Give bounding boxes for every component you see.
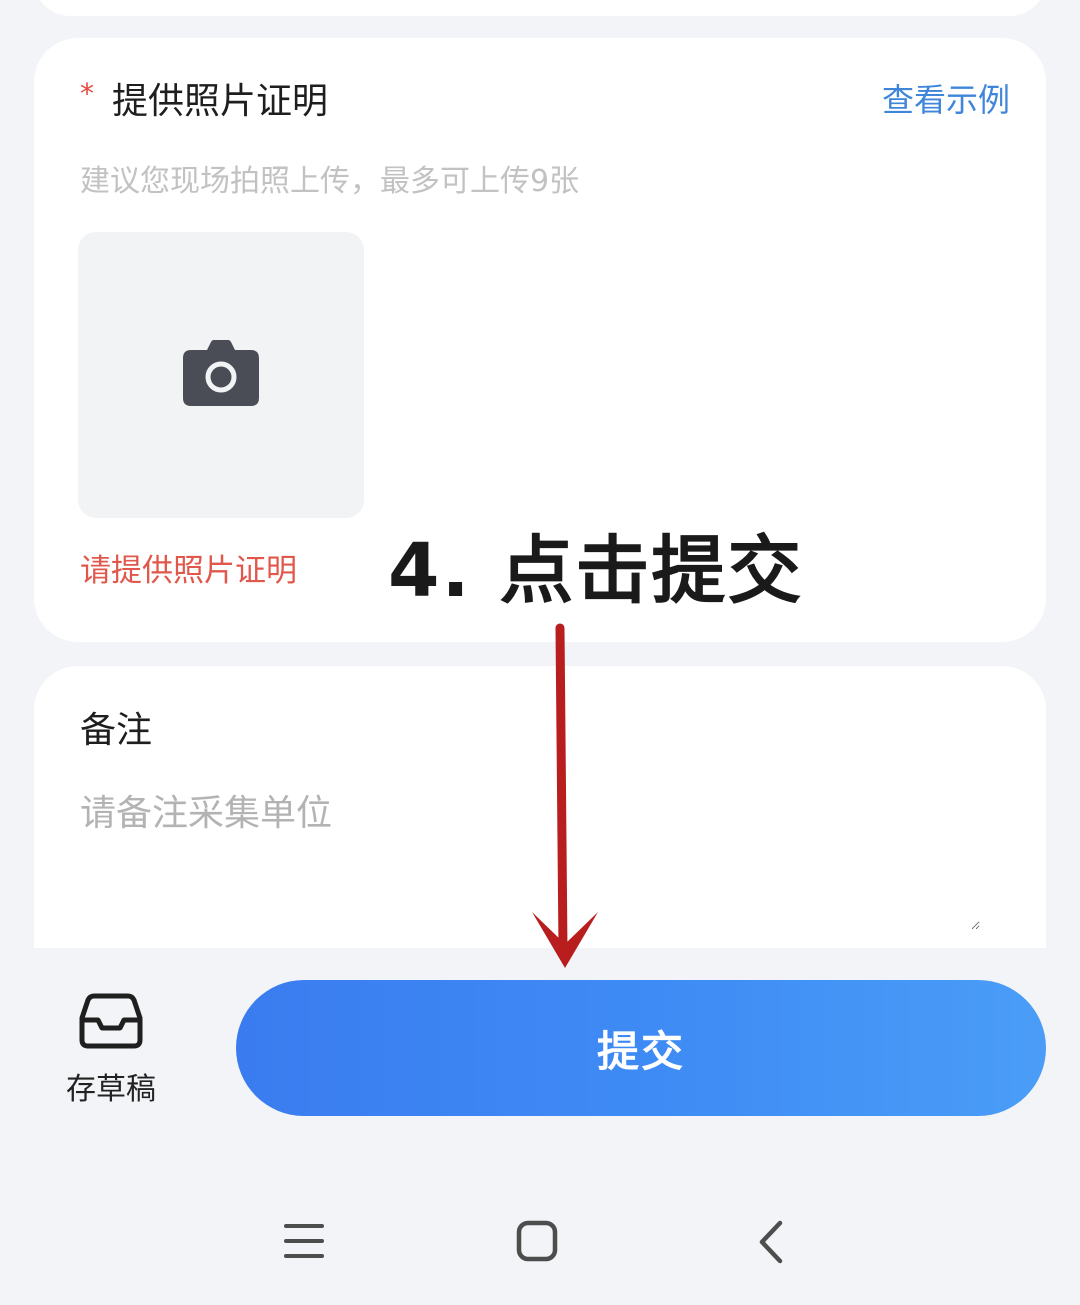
camera-icon: [183, 340, 259, 406]
view-example-link[interactable]: 查看示例: [882, 78, 1010, 122]
previous-card-edge: [34, 0, 1046, 16]
remark-input[interactable]: [80, 790, 980, 930]
back-icon: [759, 1220, 783, 1264]
inbox-icon: [79, 993, 143, 1049]
photo-upload-button[interactable]: [78, 232, 364, 518]
photo-error-message: 请提供照片证明: [80, 553, 297, 589]
save-draft-button[interactable]: 存草稿: [50, 988, 172, 1118]
submit-button[interactable]: 提交: [236, 980, 1046, 1116]
home-icon: [516, 1220, 558, 1262]
save-draft-label: 存草稿: [66, 1072, 156, 1107]
tutorial-annotation: 4. 点击提交: [388, 528, 804, 614]
remark-title: 备注: [80, 710, 153, 751]
nav-back-button[interactable]: [742, 1212, 802, 1272]
upload-hint: 建议您现场拍照上传，最多可上传9张: [80, 164, 580, 199]
nav-home-button[interactable]: [508, 1212, 568, 1272]
photo-section-title: 提供照片证明: [112, 81, 329, 122]
required-mark: *: [80, 77, 94, 110]
menu-icon: [284, 1224, 324, 1258]
nav-menu-button[interactable]: [274, 1212, 334, 1272]
